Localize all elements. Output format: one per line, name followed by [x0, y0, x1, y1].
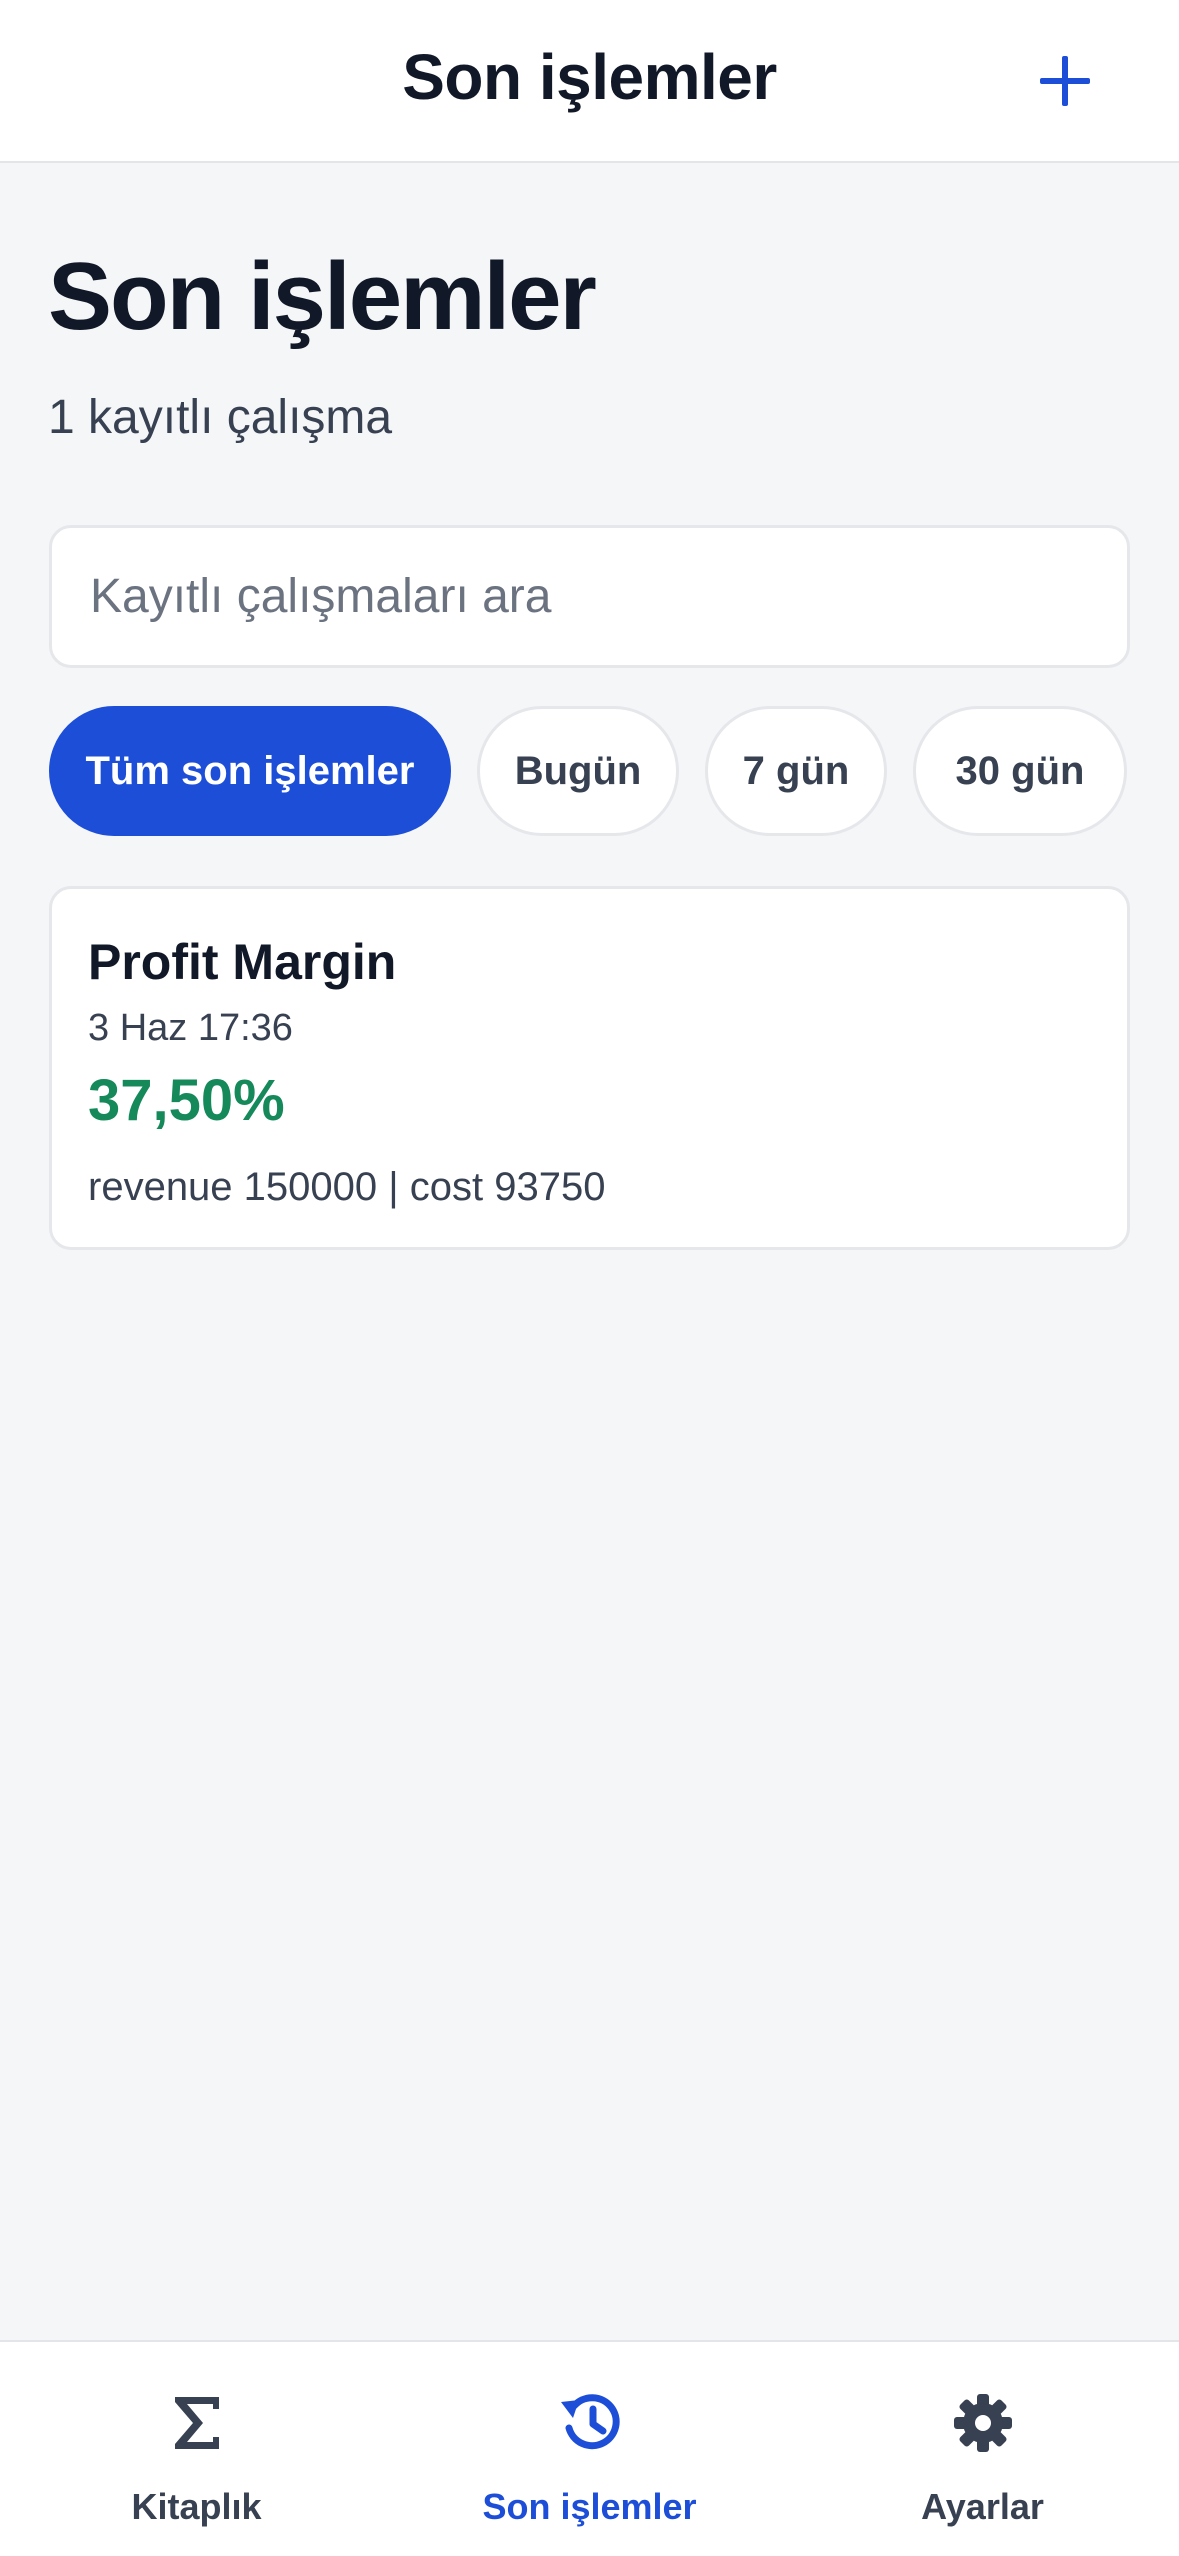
tab-library-label: Kitaplık: [131, 2486, 262, 2527]
nav-bar: Son işlemler: [0, 0, 1179, 163]
filter-chip-7-days[interactable]: 7 gün: [705, 706, 887, 836]
gear-icon: [953, 2394, 1012, 2452]
tab-history[interactable]: Son işlemler: [393, 2342, 786, 2556]
history-icon: [560, 2394, 620, 2450]
nav-title: Son işlemler: [402, 41, 777, 113]
search-input[interactable]: [52, 528, 1127, 665]
filter-chip-today[interactable]: Bugün: [477, 706, 679, 836]
filter-chip-30-days[interactable]: 30 gün: [913, 706, 1127, 836]
record-date: 3 Haz 17:36: [88, 1007, 293, 1049]
filter-chip-all[interactable]: Tüm son işlemler: [49, 706, 451, 836]
sigma-icon: [174, 2397, 219, 2449]
tab-history-label: Son işlemler: [482, 2486, 697, 2527]
record-title: Profit Margin: [88, 934, 397, 990]
app-screen: Son işlemler Son işlemler 1 kayıtlı çalı…: [0, 0, 1179, 2556]
record-card[interactable]: Profit Margin 3 Haz 17:36 37,50% revenue…: [49, 886, 1130, 1250]
record-count: 1 kayıtlı çalışma: [48, 391, 393, 444]
record-inputs: revenue 150000 | cost 93750: [88, 1165, 606, 1209]
tab-settings[interactable]: Ayarlar: [786, 2342, 1179, 2556]
tab-bar: Kitaplık Son işlemler Ayarlar: [0, 2340, 1179, 2556]
page-title: Son işlemler: [48, 243, 597, 350]
add-button[interactable]: [1030, 46, 1100, 116]
record-result: 37,50%: [88, 1068, 285, 1133]
search-box: [49, 525, 1130, 668]
plus-icon: [1040, 56, 1090, 106]
tab-settings-label: Ayarlar: [921, 2486, 1044, 2527]
tab-library[interactable]: Kitaplık: [0, 2342, 393, 2556]
